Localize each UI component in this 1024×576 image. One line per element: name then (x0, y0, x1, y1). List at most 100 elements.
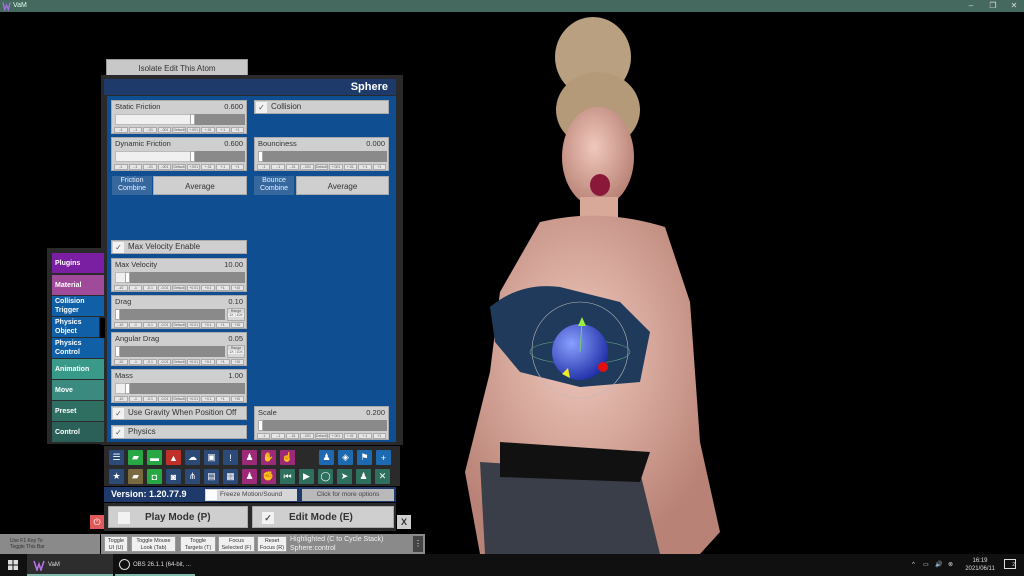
step-button[interactable]: -0.1 (143, 322, 157, 328)
step-button[interactable]: -0.01 (157, 285, 172, 291)
slider-handle[interactable] (258, 151, 263, 162)
step-button[interactable]: +1 (215, 322, 230, 328)
slider-track[interactable] (115, 151, 245, 162)
step-button[interactable]: -.001 (300, 433, 314, 439)
step-button[interactable]: +1 (372, 164, 386, 170)
step-button[interactable]: +1 (230, 164, 245, 170)
step-button[interactable]: -.01 (143, 127, 157, 133)
more-menu-icon[interactable]: ⋮ (413, 536, 423, 552)
people-icon[interactable]: ♟ (356, 469, 371, 484)
select-cursor-icon[interactable]: ➤ (337, 469, 352, 484)
step-button[interactable]: +0.1 (201, 359, 215, 365)
slider-value[interactable]: 0.05 (228, 334, 243, 343)
step-button[interactable]: +.001 (329, 164, 343, 170)
slider-value[interactable]: 0.200 (366, 408, 385, 417)
step-button[interactable]: -1 (257, 164, 271, 170)
bottom-button-reset-4[interactable]: Reset Focus (R) (257, 536, 287, 552)
slider-track[interactable] (115, 309, 225, 320)
bottom-button-toggle-0[interactable]: Toggle UI (U) (104, 536, 128, 552)
open-scene-icon[interactable]: ▰ (128, 450, 143, 465)
user-settings-icon[interactable]: ♟ (242, 450, 257, 465)
cloud-icon[interactable]: ☁ (185, 450, 200, 465)
step-button[interactable]: -0.01 (157, 396, 172, 402)
tab-material[interactable]: Material (52, 275, 104, 295)
step-button[interactable]: -.01 (143, 164, 157, 170)
step-button[interactable]: -.1 (128, 127, 143, 133)
slider-track[interactable] (115, 114, 245, 125)
slider-value[interactable]: 0.000 (366, 139, 385, 148)
step-button[interactable]: +.001 (186, 164, 201, 170)
network-icon[interactable]: ▭ (923, 554, 929, 576)
flag-icon[interactable]: ⚑ (357, 450, 372, 465)
tab-physics-object[interactable]: Physics Object (52, 317, 99, 337)
power-icon[interactable]: ⏻ (90, 515, 104, 529)
slider-handle[interactable] (190, 114, 195, 125)
freeze-motion-toggle[interactable]: Freeze Motion/Sound (205, 489, 297, 501)
edit-mode-button[interactable]: ✓ Edit Mode (E) (252, 506, 394, 528)
step-button[interactable]: -0.1 (143, 359, 157, 365)
step-button[interactable]: +0.1 (201, 285, 215, 291)
step-button[interactable]: -10 (114, 322, 128, 328)
step-button[interactable]: -.1 (271, 433, 285, 439)
step-button[interactable]: Default (172, 396, 186, 402)
share-icon[interactable]: ⋔ (185, 469, 200, 484)
package-icon[interactable]: ▣ (204, 450, 219, 465)
step-button[interactable]: +.001 (186, 127, 201, 133)
freeze-checkbox[interactable] (206, 490, 217, 500)
max-velocity-enable-toggle[interactable]: ✓ Max Velocity Enable (111, 240, 247, 254)
slider-value[interactable]: 10.00 (224, 260, 243, 269)
checkbox[interactable]: ✓ (113, 427, 124, 438)
clock[interactable]: 16:19 2021/06/11 (962, 557, 998, 573)
tab-animation[interactable]: Animation (52, 359, 104, 379)
step-button[interactable]: Default (172, 164, 186, 170)
tools-icon[interactable]: ✕ (375, 469, 390, 484)
add-icon[interactable]: + (376, 450, 391, 465)
more-options-button[interactable]: Click for more options (302, 489, 394, 501)
step-button[interactable]: +10 (230, 396, 245, 402)
bottom-button-toggle-2[interactable]: Toggle Targets (T) (180, 536, 216, 552)
step-button[interactable]: +0.01 (186, 285, 201, 291)
step-button[interactable]: +0.01 (186, 396, 201, 402)
step-button[interactable]: +.01 (343, 433, 358, 439)
minimize-button[interactable]: – (961, 0, 981, 12)
step-button[interactable]: +.01 (343, 164, 358, 170)
step-button[interactable]: -1 (128, 322, 143, 328)
step-button[interactable]: -1 (128, 396, 143, 402)
save-icon[interactable]: ▲ (166, 450, 181, 465)
step-button[interactable]: +.1 (215, 127, 230, 133)
open-box-icon[interactable]: ▤ (204, 469, 219, 484)
user-gear-icon[interactable]: ♟ (242, 469, 257, 484)
play-mode-button[interactable]: Play Mode (P) (108, 506, 248, 528)
step-button[interactable]: -.01 (285, 433, 300, 439)
slider-track[interactable] (115, 272, 245, 283)
notification-icon[interactable]: 2 (1004, 559, 1016, 569)
step-button[interactable]: +.01 (201, 164, 215, 170)
step-button[interactable]: -0.01 (157, 359, 172, 365)
grab-hand-icon[interactable]: ✊ (261, 469, 276, 484)
step-button[interactable]: +1 (372, 433, 386, 439)
physics-toggle[interactable]: ✓ Physics (111, 425, 247, 439)
slider-handle[interactable] (115, 309, 120, 320)
unity-icon[interactable]: ◈ (338, 450, 353, 465)
volume-icon[interactable]: 🔊 (935, 554, 942, 576)
step-button[interactable]: -0.1 (143, 285, 157, 291)
alert-icon[interactable]: ! (223, 450, 238, 465)
slider-value[interactable]: 0.10 (228, 297, 243, 306)
step-button[interactable]: +.1 (358, 433, 372, 439)
step-button[interactable]: -10 (114, 396, 128, 402)
document-icon[interactable]: ▦ (223, 469, 238, 484)
step-button[interactable]: +.01 (201, 127, 215, 133)
isolate-edit-atom-button[interactable]: Isolate Edit This Atom (106, 59, 248, 76)
step-button[interactable]: +1 (215, 285, 230, 291)
status-icon[interactable]: ⊗ (948, 554, 953, 576)
step-button[interactable]: Default (172, 127, 186, 133)
step-button[interactable]: +0.01 (186, 359, 201, 365)
play-mode-checkbox[interactable] (118, 512, 130, 524)
tab-collision-trigger[interactable]: Collision Trigger (52, 296, 104, 316)
step-button[interactable]: -.001 (157, 127, 172, 133)
folder-icon[interactable]: ▬ (147, 450, 162, 465)
range-option[interactable]: 1X (228, 350, 235, 354)
use-gravity-toggle[interactable]: ✓ Use Gravity When Position Off (111, 406, 247, 420)
slider-handle[interactable] (125, 383, 130, 394)
slider-handle[interactable] (258, 420, 263, 431)
